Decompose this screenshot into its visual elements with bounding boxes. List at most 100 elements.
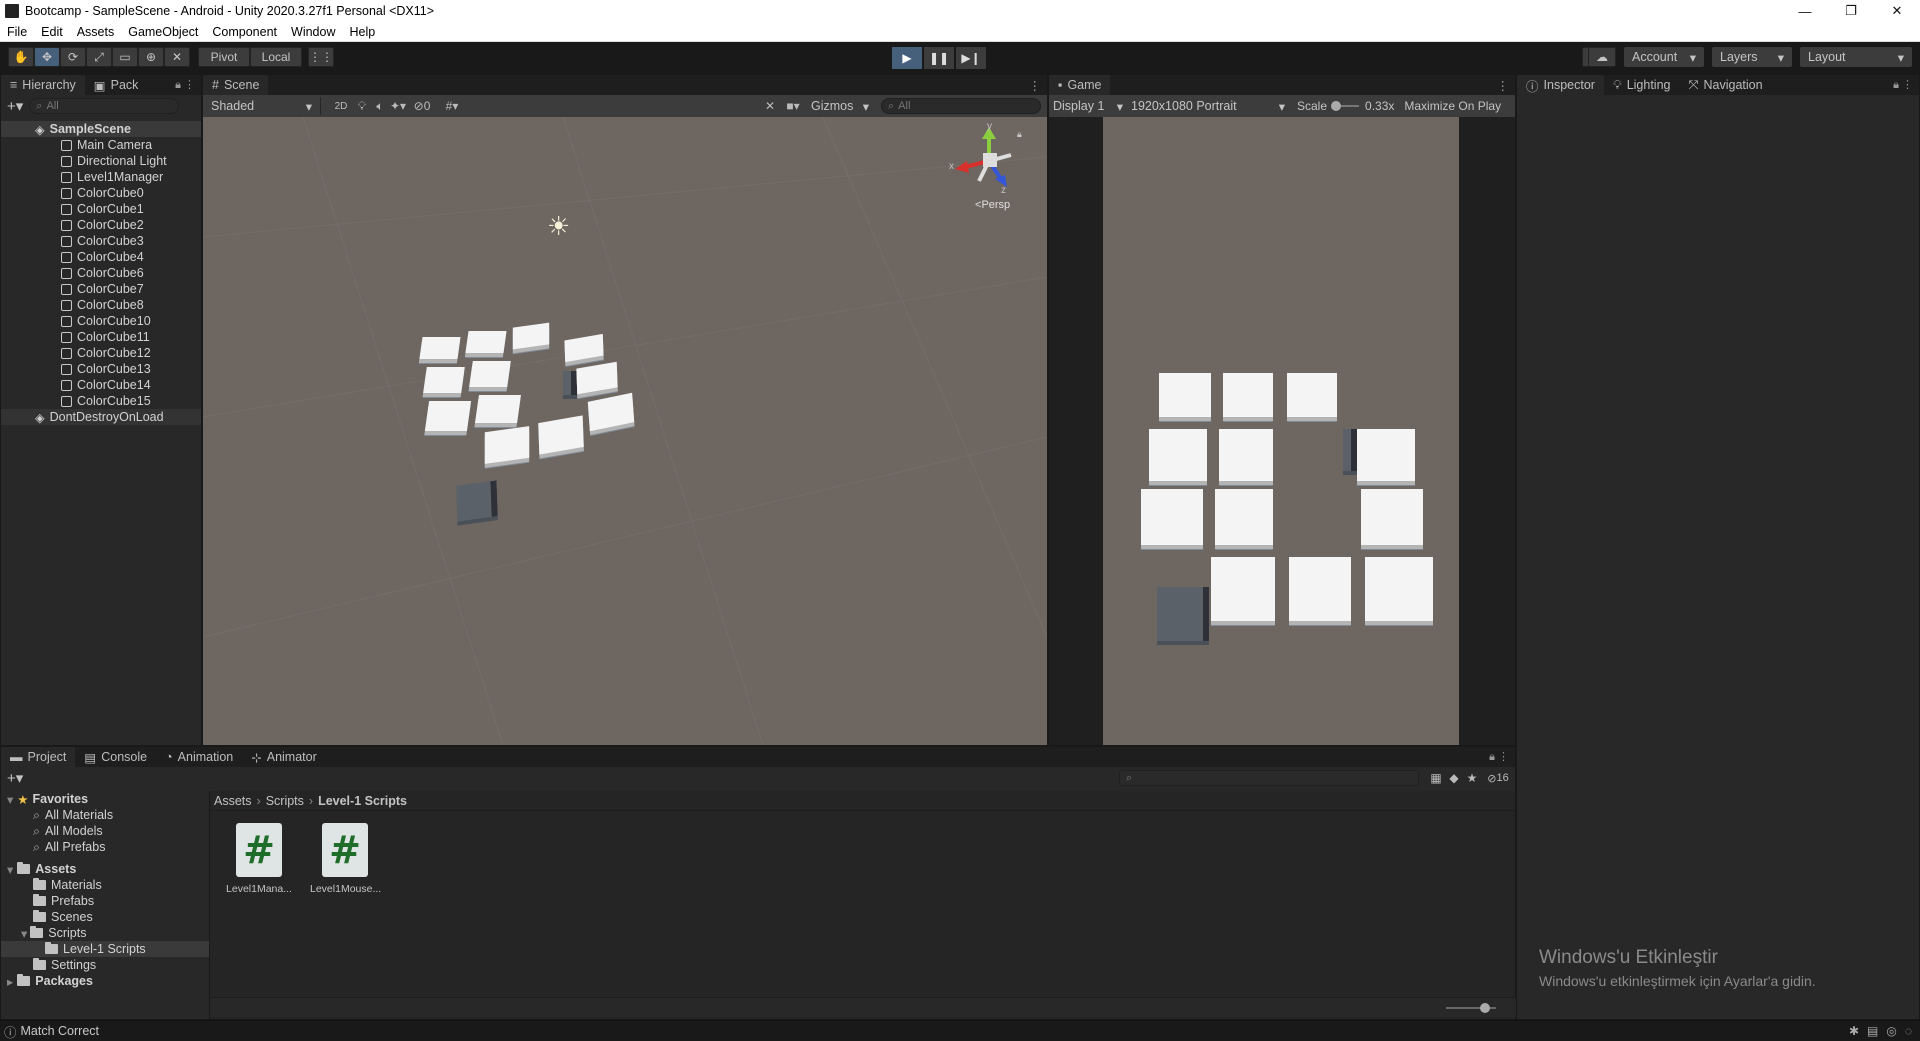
asset-folder[interactable]: Scenes [1, 909, 209, 925]
breadcrumb-assets[interactable]: Assets [214, 794, 252, 808]
menu-window[interactable]: Window [284, 25, 342, 39]
scene-cube[interactable] [465, 331, 507, 353]
game-cube[interactable] [1149, 429, 1207, 481]
hierarchy-item[interactable]: ColorCube14 [1, 377, 201, 393]
layers-dropdown[interactable]: Layers ▾ [1712, 47, 1792, 67]
minimize-button[interactable]: — [1782, 0, 1828, 22]
game-cube[interactable] [1141, 489, 1203, 545]
scene-cube[interactable] [423, 367, 465, 393]
dont-destroy-on-load-root[interactable]: ◈ DontDestroyOnLoad [1, 409, 201, 425]
tab-game[interactable]: ▪ Game [1049, 75, 1111, 95]
play-button[interactable]: ▶ [892, 47, 922, 69]
lock-icon[interactable]: 🔒︎ ⋮ [1893, 75, 1919, 95]
lighting-icon[interactable]: 💡︎ [353, 97, 371, 115]
local-toggle[interactable]: Local [250, 47, 302, 67]
tab-lighting[interactable]: 💡︎ Lighting [1603, 75, 1680, 95]
cloud-icon[interactable]: ☁ [1588, 47, 1616, 67]
hierarchy-item[interactable]: Directional Light [1, 153, 201, 169]
lock-icon[interactable]: 🔒︎ ⋮ [1489, 747, 1515, 767]
game-cube[interactable] [1219, 429, 1273, 481]
menu-assets[interactable]: Assets [70, 25, 122, 39]
scene-root[interactable]: ◈ SampleScene [1, 121, 201, 137]
hierarchy-item[interactable]: ColorCube0 [1, 185, 201, 201]
hierarchy-item[interactable]: ColorCube10 [1, 313, 201, 329]
game-cube[interactable] [1357, 429, 1415, 481]
favorite-star-icon[interactable]: ★ [1463, 769, 1481, 787]
add-icon[interactable]: +▾ [7, 769, 23, 787]
effects-icon[interactable]: ✦▾ [389, 97, 407, 115]
hidden-packages-toggle[interactable]: ⊘ 16 [1481, 769, 1515, 787]
hierarchy-item[interactable]: Main Camera [1, 137, 201, 153]
game-cube[interactable] [1361, 489, 1423, 545]
favorite-item[interactable]: ⌕ All Materials [1, 807, 209, 823]
hierarchy-item[interactable]: ColorCube11 [1, 329, 201, 345]
lighting-bake-icon[interactable]: ◎ [1886, 1024, 1896, 1038]
close-button[interactable]: ✕ [1874, 0, 1920, 22]
scene-cube-dark[interactable] [563, 371, 577, 395]
add-icon[interactable]: +▾ [7, 97, 23, 115]
menu-gameobject[interactable]: GameObject [121, 25, 205, 39]
game-cube-dark[interactable] [1343, 429, 1357, 471]
resolution-dropdown[interactable]: 1920x1080 Portrait ▾ [1127, 97, 1289, 115]
audio-icon[interactable]: 🔈︎ [371, 97, 389, 115]
hierarchy-item[interactable]: Level1Manager [1, 169, 201, 185]
hierarchy-item[interactable]: ColorCube4 [1, 249, 201, 265]
grid-toggle-icon[interactable]: #▾ [437, 97, 467, 115]
panel-menu-icon[interactable]: ⋮ [1497, 75, 1516, 95]
tab-hierarchy[interactable]: ≡ Hierarchy [1, 75, 85, 95]
hierarchy-item[interactable]: ColorCube2 [1, 217, 201, 233]
game-cube-dark[interactable] [1157, 587, 1209, 641]
transform-tool-icon[interactable]: ⊕ [138, 47, 164, 67]
scale-slider[interactable] [1331, 101, 1360, 111]
game-cube[interactable] [1287, 373, 1337, 417]
menu-help[interactable]: Help [342, 25, 382, 39]
tab-animator[interactable]: ⊹ Animator [242, 747, 326, 767]
script-file[interactable]: # Level1Mana... [224, 823, 294, 895]
scene-cube-dark[interactable] [456, 480, 498, 522]
gizmos-dropdown[interactable]: Gizmos ▾ [807, 97, 873, 115]
camera-icon[interactable]: ■▾ [779, 97, 807, 115]
cache-icon[interactable]: ▤ [1867, 1024, 1878, 1038]
scene-cube[interactable] [484, 426, 530, 464]
tab-console[interactable]: ▤ Console [75, 747, 157, 767]
game-viewport[interactable] [1103, 117, 1459, 745]
favorites-node[interactable]: ▾ ★ Favorites [1, 791, 209, 807]
favorite-item[interactable]: ⌕ All Prefabs [1, 839, 209, 855]
hierarchy-item[interactable]: ColorCube12 [1, 345, 201, 361]
bug-icon[interactable]: ✱ [1849, 1024, 1859, 1038]
hierarchy-search-input[interactable]: ⌕ All [29, 98, 180, 114]
tab-navigation[interactable]: ⤧ Navigation [1679, 75, 1772, 95]
scene-cube[interactable] [424, 401, 472, 431]
breadcrumb-level1-scripts[interactable]: Level-1 Scripts [318, 794, 407, 808]
custom-tool-icon[interactable]: ✕ [164, 47, 190, 67]
scene-viewport[interactable]: ☀ y x z 🔒︎ <Persp [203, 117, 1047, 745]
tools-icon[interactable]: ✕ [761, 97, 779, 115]
hierarchy-item[interactable]: ColorCube1 [1, 201, 201, 217]
scene-cube[interactable] [419, 337, 461, 359]
scene-search-input[interactable]: ⌕ All [881, 98, 1041, 114]
game-cube[interactable] [1215, 489, 1273, 545]
hierarchy-item[interactable]: ColorCube8 [1, 297, 201, 313]
menu-file[interactable]: File [0, 25, 34, 39]
progress-icon[interactable]: ◌ [1905, 1024, 1912, 1038]
directional-light-icon[interactable]: ☀ [547, 211, 570, 242]
lock-icon[interactable]: 🔒︎ [1017, 129, 1022, 140]
pivot-toggle[interactable]: Pivot [198, 47, 250, 67]
packages-node[interactable]: ▸ Packages [1, 973, 209, 989]
game-cube[interactable] [1211, 557, 1275, 621]
hierarchy-item[interactable]: ColorCube13 [1, 361, 201, 377]
lock-icon[interactable]: 🔒︎ ⋮ [175, 75, 201, 95]
project-search-input[interactable]: ⌕ [1119, 770, 1419, 786]
slider-thumb[interactable] [1331, 101, 1342, 111]
status-message[interactable]: Match Correct [21, 1024, 100, 1038]
tab-project[interactable]: ▬ Project [1, 747, 76, 767]
asset-folder[interactable]: Prefabs [1, 893, 209, 909]
favorite-item[interactable]: ⌕ All Models [1, 823, 209, 839]
rect-tool-icon[interactable]: ▭ [112, 47, 138, 67]
scene-cube[interactable] [469, 361, 511, 387]
scale-tool-icon[interactable]: ⤢ [86, 47, 112, 67]
game-cube[interactable] [1223, 373, 1273, 417]
menu-component[interactable]: Component [205, 25, 284, 39]
shading-dropdown[interactable]: Shaded ▾ [203, 97, 321, 115]
tab-inspector[interactable]: ⓘ Inspector [1517, 75, 1604, 95]
